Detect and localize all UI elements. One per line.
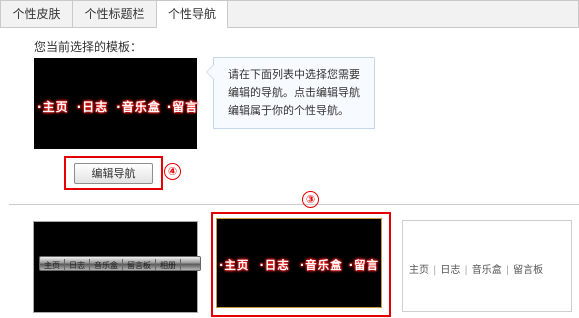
annotation-number-4: ④ (164, 163, 181, 180)
separator: | (464, 265, 468, 276)
template3-nav-row: 主页 | 日志 | 音乐盒 | 留言板 (409, 261, 543, 276)
template3-item: 留言板 (513, 265, 544, 276)
template2-item: 日志 (264, 258, 290, 272)
template2-item: 主页 (224, 258, 250, 272)
template-option-1[interactable]: 主页 日志 音乐盒 留言板 相册 (33, 221, 201, 313)
template3-item: 日志 (440, 265, 461, 276)
template2-item: 留言 (354, 258, 379, 272)
template3-item: 主页 (409, 265, 429, 276)
template-option-2[interactable]: ·主页 ·日志 ·音乐盒 ·留言 (216, 218, 382, 308)
template1-item: 留言板 (123, 259, 156, 270)
tooltip-text: 请在下面列表中选择您需要编辑的导航。点击编辑导航编辑属于你的个性导航。 (228, 68, 360, 117)
tab-skin[interactable]: 个性皮肤 (1, 1, 73, 27)
current-template-label: 您当前选择的模板： (34, 40, 143, 54)
template-option-3[interactable]: 主页 | 日志 | 音乐盒 | 留言板 (402, 220, 572, 312)
template1-item: 主页 (40, 259, 65, 270)
section-divider (9, 204, 579, 205)
preview-nav-blog: 日志 (82, 100, 109, 114)
edit-button-highlight: 编辑导航 (64, 156, 163, 190)
tooltip-arrow-inner (207, 65, 214, 79)
tab-bar: 个性皮肤 个性标题栏 个性导航 (0, 0, 579, 28)
template1-item: 日志 (65, 259, 90, 270)
template2-item: 音乐盒 (305, 258, 343, 272)
tab-title-bar[interactable]: 个性标题栏 (73, 1, 157, 27)
template3-item: 音乐盒 (471, 265, 502, 276)
template1-item: 相册 (156, 259, 181, 270)
preview-nav-message: 留言 (172, 100, 199, 114)
template2-nav-row: ·主页 ·日志 ·音乐盒 ·留言 (219, 257, 379, 273)
template-option-2-highlight: ·主页 ·日志 ·音乐盒 ·留言 (211, 212, 391, 317)
preview-nav-music: 音乐盒 (121, 100, 161, 114)
tab-navigation[interactable]: 个性导航 (156, 1, 228, 28)
template1-item: 音乐盒 (90, 259, 123, 270)
current-template-preview: ·主页 ·日志 ·音乐盒 ·留言 (34, 58, 197, 149)
separator: | (505, 265, 510, 276)
metal-nav-bar: 主页 日志 音乐盒 留言板 相册 (39, 256, 201, 271)
separator: | (433, 265, 437, 276)
annotation-number-3: ③ (302, 191, 319, 208)
instruction-tooltip: 请在下面列表中选择您需要编辑的导航。点击编辑导航编辑属于你的个性导航。 (206, 57, 375, 129)
preview-nav-row: ·主页 ·日志 ·音乐盒 ·留言 (37, 98, 198, 115)
edit-navigation-button[interactable]: 编辑导航 (74, 163, 153, 184)
preview-nav-home: 主页 (42, 100, 69, 114)
